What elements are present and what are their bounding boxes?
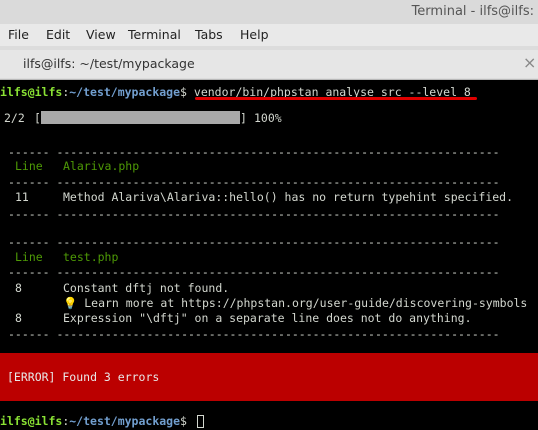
- column-header-line: Line: [15, 250, 43, 264]
- command-underline: [195, 97, 477, 100]
- progress-count: 2/2: [4, 111, 25, 125]
- table-divider: ------ ---------------------------------…: [8, 207, 500, 221]
- menu-edit[interactable]: Edit: [46, 27, 70, 42]
- menu-bar: File Edit View Terminal Tabs Help: [0, 24, 538, 46]
- window-title: Terminal - ilfs@ilfs:: [411, 4, 534, 19]
- table-divider: ------ ---------------------------------…: [8, 175, 500, 189]
- menu-help[interactable]: Help: [240, 27, 269, 42]
- table-divider: ------ ---------------------------------…: [8, 265, 500, 279]
- error-line-number: 8: [15, 311, 22, 325]
- close-icon[interactable]: ×: [523, 53, 536, 72]
- error-message: Constant dftj not found.: [63, 281, 230, 295]
- prompt-path: ~/test/mypackage: [69, 85, 181, 99]
- title-bar: Terminal - ilfs@ilfs:: [0, 0, 538, 24]
- menu-terminal[interactable]: Terminal: [128, 27, 181, 42]
- prompt-path: ~/test/mypackage: [69, 414, 181, 428]
- prompt-user: ilfs@ilfs: [0, 414, 63, 428]
- progress-bar: [41, 111, 240, 124]
- prompt-user: ilfs@ilfs: [0, 85, 63, 99]
- column-header-file: test.php: [63, 250, 119, 264]
- prompt-symbol: $: [180, 85, 187, 99]
- column-header-line: Line: [15, 159, 43, 173]
- text-cursor: [197, 415, 204, 428]
- progress-percent: 100%: [254, 111, 282, 125]
- menu-file[interactable]: File: [8, 27, 29, 42]
- table-divider: ------ ---------------------------------…: [8, 327, 500, 341]
- error-message: Expression "\dftj" on a separate line do…: [63, 311, 472, 325]
- progress-close-bracket: ]: [240, 111, 247, 125]
- error-summary: [ERROR] Found 3 errors: [7, 370, 160, 384]
- error-message: Method Alariva\Alariva::hello() has no r…: [63, 190, 514, 204]
- prompt-line: ilfs@ilfs:~/test/mypackage$: [0, 413, 187, 429]
- progress-open-bracket: [: [34, 111, 41, 125]
- tab-label: ilfs@ilfs: ~/test/mypackage: [23, 56, 195, 71]
- hint-message: 💡 Learn more at https://phpstan.org/user…: [63, 296, 528, 310]
- error-line-number: 8: [15, 281, 22, 295]
- menu-view[interactable]: View: [86, 27, 116, 42]
- prompt-symbol: $: [180, 414, 187, 428]
- table-divider: ------ ---------------------------------…: [8, 235, 500, 249]
- error-banner: [ERROR] Found 3 errors: [0, 353, 538, 401]
- tab-bar: ilfs@ilfs: ~/test/mypackage ×: [0, 46, 538, 80]
- menu-tabs[interactable]: Tabs: [195, 27, 223, 42]
- column-header-file: Alariva.php: [63, 159, 140, 173]
- error-line-number: 11: [15, 190, 29, 204]
- tab-terminal[interactable]: ilfs@ilfs: ~/test/mypackage ×: [0, 50, 538, 78]
